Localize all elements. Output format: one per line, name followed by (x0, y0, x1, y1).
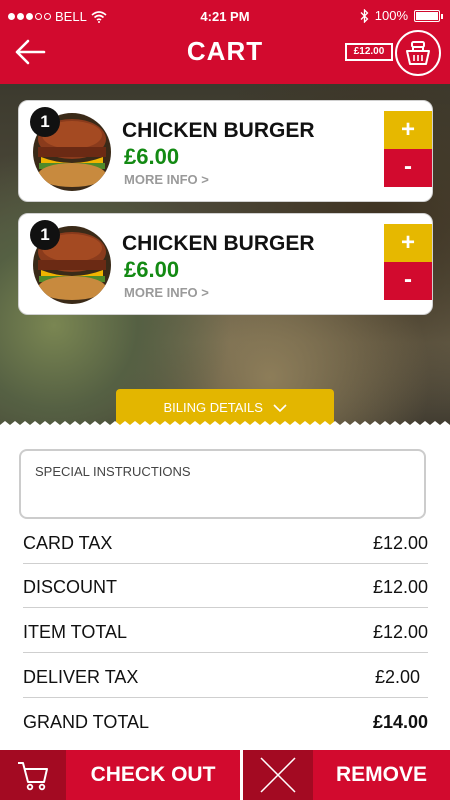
grand-total-row: GRAND TOTAL £14.00 (23, 699, 428, 743)
battery-percent: 100% (374, 8, 408, 23)
summary-label: ITEM TOTAL (23, 622, 128, 642)
summary-row: CARD TAX £12.00 (23, 520, 428, 564)
grand-total-value: £14.00 (372, 712, 428, 732)
battery-icon (414, 9, 443, 22)
increase-quantity-button[interactable]: + (384, 111, 432, 149)
bottom-action-bar: CHECK OUT REMOVE (0, 750, 450, 800)
app-header: BELL 4:21 PM 100% CART £12.00 (0, 0, 450, 84)
cart-item[interactable]: 1 CHICKEN BURGER £6.00 MORE INFO > + - (18, 100, 433, 202)
cart-item[interactable]: 1 CHICKEN BURGER £6.00 MORE INFO > + - (18, 213, 433, 315)
billing-label: BILING DETAILS (163, 400, 263, 415)
checkout-button[interactable]: CHECK OUT (66, 750, 240, 800)
cart-total-badge: £12.00 (345, 43, 393, 61)
decrease-quantity-button[interactable]: - (384, 149, 432, 187)
bluetooth-icon (360, 8, 369, 23)
summary-label: CARD TAX (23, 533, 113, 553)
basket-icon (406, 41, 430, 65)
summary-value: £12.00 (372, 622, 428, 642)
summary-label: DISCOUNT (23, 577, 117, 597)
clear-button[interactable] (243, 750, 313, 800)
summary-value: £12.00 (372, 533, 428, 553)
quantity-badge: 1 (30, 107, 60, 137)
summary-value: £2.00 (374, 667, 420, 687)
close-icon (260, 757, 296, 793)
summary-row: ITEM TOTAL £12.00 (23, 609, 428, 653)
item-name: CHICKEN BURGER (122, 119, 315, 142)
cart-icon (18, 762, 48, 791)
item-price: £6.00 (124, 257, 180, 282)
basket-button[interactable] (395, 30, 441, 76)
remove-button[interactable]: REMOVE (313, 750, 450, 800)
more-info-link[interactable]: MORE INFO > (124, 172, 209, 187)
special-instructions-field[interactable]: SPECIAL INSTRUCTIONS (19, 449, 426, 519)
cart-button[interactable] (0, 750, 66, 800)
increase-quantity-button[interactable]: + (384, 224, 432, 262)
summary-label: DELIVER TAX (23, 667, 139, 687)
more-info-link[interactable]: MORE INFO > (124, 285, 209, 300)
status-right: 100% (360, 8, 443, 23)
summary-row: DISCOUNT £12.00 (23, 564, 428, 608)
quantity-badge: 1 (30, 220, 60, 250)
chevron-down-icon (272, 404, 287, 413)
summary-label: GRAND TOTAL (23, 712, 150, 732)
item-name: CHICKEN BURGER (122, 232, 315, 255)
summary-row: DELIVER TAX £2.00 (23, 654, 428, 698)
item-price: £6.00 (124, 144, 180, 169)
status-bar: BELL 4:21 PM 100% (0, 0, 450, 30)
summary-value: £12.00 (372, 577, 428, 597)
decrease-quantity-button[interactable]: - (384, 262, 432, 300)
